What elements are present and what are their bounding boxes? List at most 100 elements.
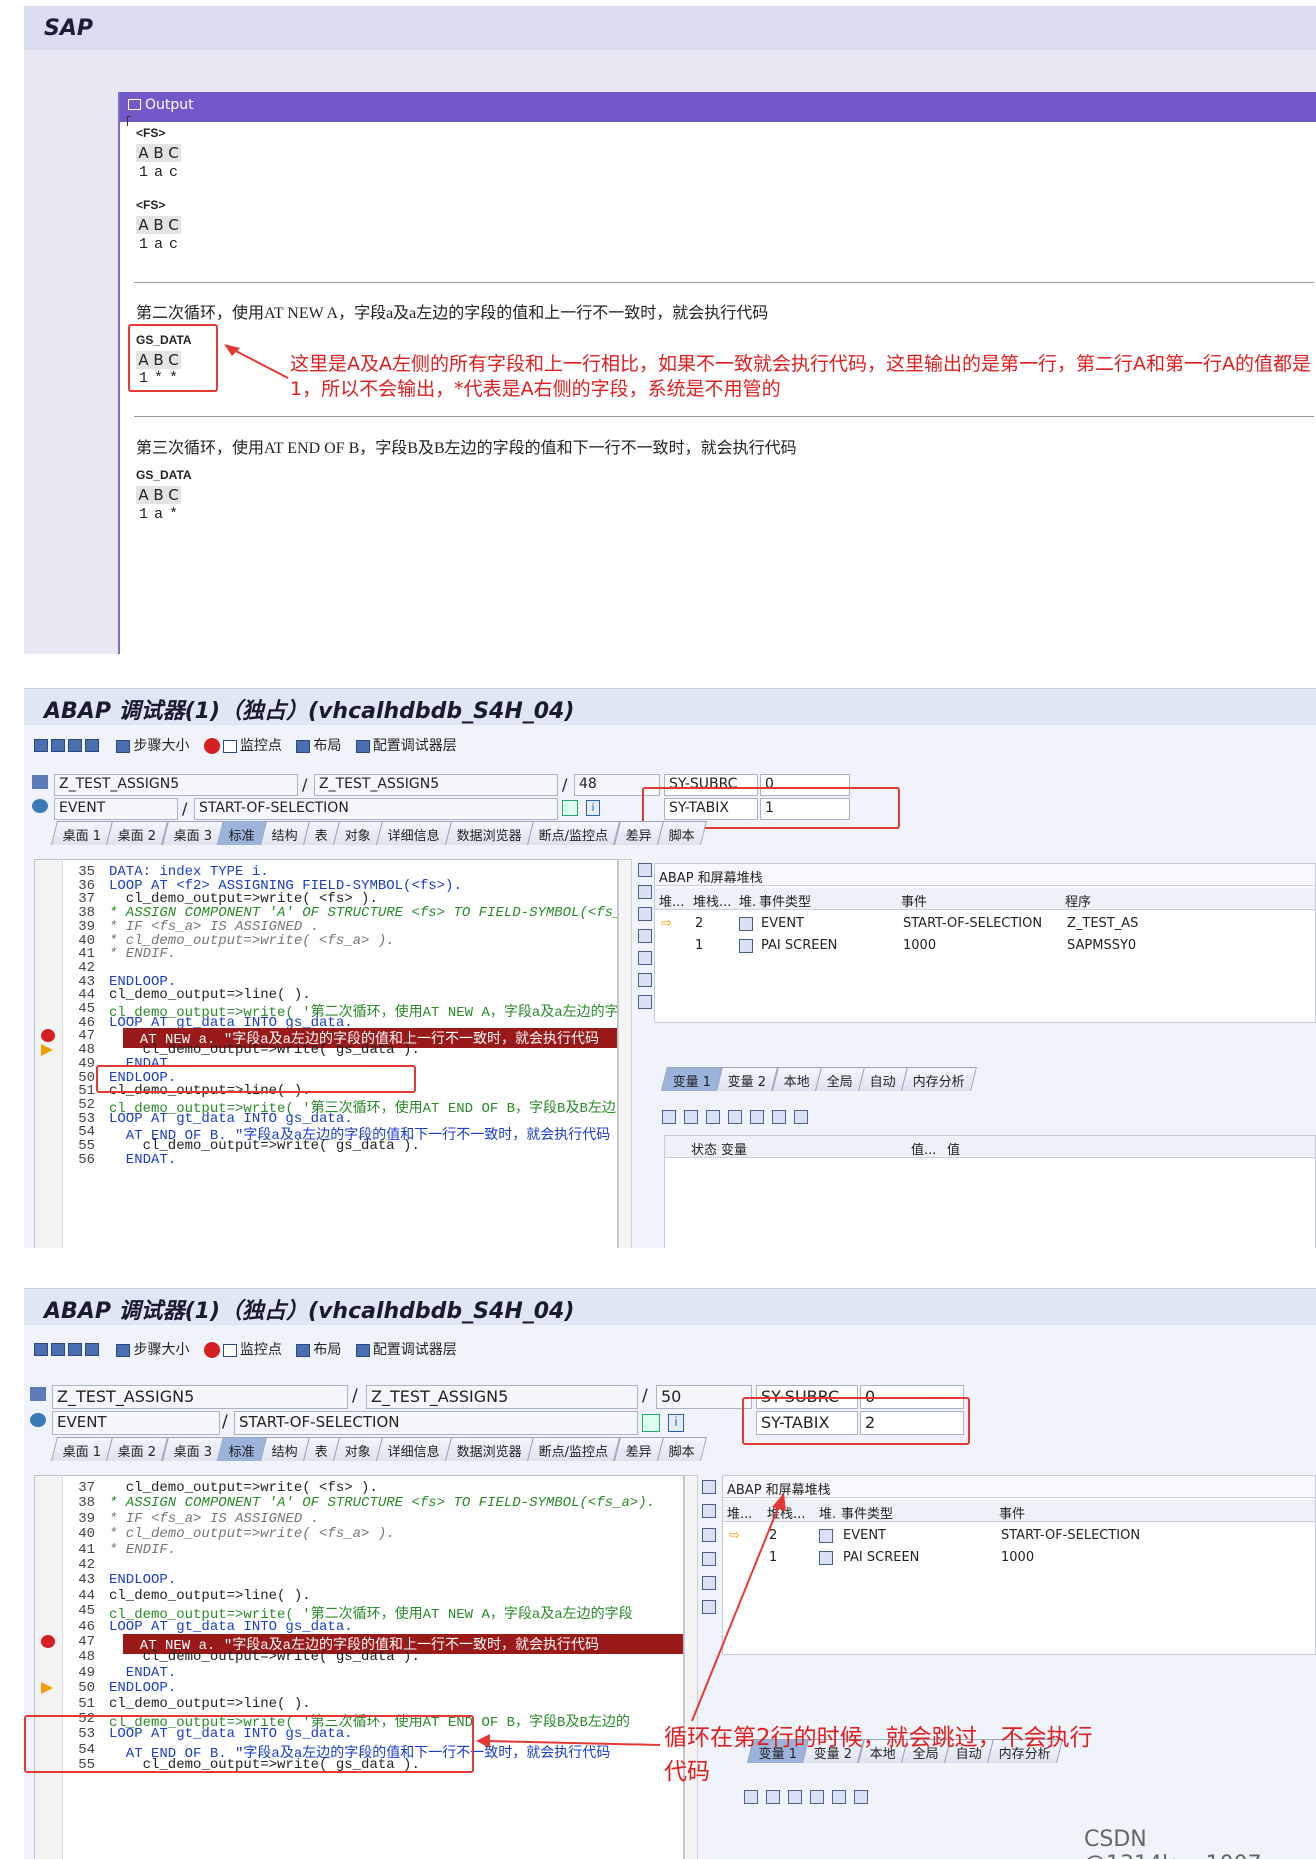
code-scrollbar[interactable] [618,859,632,1248]
tab-0[interactable]: 桌面 1 [51,821,114,845]
copy-icon[interactable] [788,1789,802,1804]
tab-8[interactable]: 数据浏览器 [445,1437,535,1461]
tab-label: 本地 [783,1075,810,1090]
header-cell: B [151,486,166,504]
tab-label: 桌面 3 [173,829,212,844]
new-icon[interactable] [638,885,652,899]
row-cell: * [168,506,178,523]
copy-icon[interactable] [706,1109,720,1124]
export-icon[interactable] [854,1789,868,1804]
layout-button[interactable]: 布局 [296,1339,341,1359]
include-field[interactable]: Z_TEST_ASSIGN5 [366,1385,638,1409]
import-icon[interactable] [794,1109,808,1124]
debugger-toolbar: 步骤大小 监控点 布局 配置调试器层 [34,735,467,761]
event-field[interactable]: START-OF-SELECTION [234,1411,638,1435]
tree-icon[interactable] [750,1109,764,1124]
tab-1[interactable]: 桌面 2 [106,821,169,845]
tab-11[interactable]: 脚本 [656,1437,707,1461]
output-window-title[interactable]: Output [120,92,1316,122]
code-line: * ASSIGN COMPONENT 'A' OF STRUCTURE <fs>… [109,1495,656,1512]
event-field[interactable]: START-OF-SELECTION [194,798,558,820]
tab-10[interactable]: 差异 [613,821,664,845]
navigate-icon[interactable] [642,1414,660,1432]
col-value: 值 [947,1143,961,1158]
step-size-button[interactable]: 步骤大小 [116,1339,189,1359]
col-value-short: 值... [911,1143,937,1158]
edit-icon[interactable] [684,1109,698,1124]
separator: / [562,775,568,794]
tab-7[interactable]: 详细信息 [376,1437,453,1461]
info-icon[interactable]: i [586,800,600,816]
source-code-editor[interactable]: 37 cl_demo_output=>write( <fs> ). 38 * ASS… [34,1475,684,1859]
line-number: 45 [78,1603,95,1620]
variable-tab-0[interactable]: 变量 1 [661,1067,724,1091]
annotation-arrow-up [691,1493,786,1722]
tab-0[interactable]: 桌面 1 [51,1437,114,1461]
table-icon[interactable] [810,1789,824,1804]
variable-tab-3[interactable]: 全局 [814,1067,865,1091]
tab-10[interactable]: 差异 [613,1437,664,1461]
stack-cell: START-OF-SELECTION [1001,1528,1141,1543]
breakpoint-icon[interactable] [41,1635,55,1648]
stack-cell: EVENT [843,1528,886,1543]
code-line: cl_demo_output=>line( ). [109,1695,311,1712]
config-layer-button[interactable]: 配置调试器层 [355,1339,457,1359]
table-icon[interactable] [728,1109,742,1124]
tab-9[interactable]: 断点/监控点 [527,1437,621,1461]
line-number: 56 [78,1151,95,1168]
watchpoint-button[interactable]: 监控点 [203,1339,282,1359]
tab-11[interactable]: 脚本 [656,821,707,845]
program-field[interactable]: Z_TEST_ASSIGN5 [52,1385,348,1409]
tab-label: 全局 [826,1075,853,1090]
step-icons[interactable] [34,737,102,753]
header-cell: C [166,216,181,234]
tab-7[interactable]: 详细信息 [376,821,453,845]
tab-2[interactable]: 桌面 3 [161,821,225,845]
block1-header: ABC [136,143,181,162]
variable-tab-1[interactable]: 变量 2 [716,1067,779,1091]
code-highlight-box [24,1715,474,1773]
variable-tab-2[interactable]: 本地 [771,1067,822,1091]
info-icon[interactable]: i [668,1414,684,1432]
delete-icon[interactable] [662,1109,676,1124]
config-icon [355,739,370,753]
code-line: LOOP AT gt_data INTO gs_data. [109,1618,353,1635]
variable-tab-5[interactable]: 内存分析 [900,1067,977,1091]
split-icon[interactable] [638,907,652,921]
source-code-editor[interactable]: 35 DATA: index TYPE i. 36 LOOP AT <f2> ASSI… [34,859,618,1248]
desktop-tabs: 桌面 1 桌面 2 桌面 3 标准 结构 表 对象 详细信息 数据浏览器 断点/监控点 差异 脚本 [51,1437,707,1461]
include-field[interactable]: Z_TEST_ASSIGN5 [314,774,558,796]
tree-icon[interactable] [832,1789,846,1804]
step-size-button[interactable]: 步骤大小 [116,735,189,755]
event-type-field[interactable]: EVENT [54,798,178,820]
fullscreen-icon[interactable] [638,929,652,943]
line-number-field[interactable]: 50 [656,1385,752,1409]
headset-icon[interactable] [638,973,652,987]
tree-icon[interactable] [638,995,652,1009]
program-field[interactable]: Z_TEST_ASSIGN5 [54,774,298,796]
code-line: cl_demo_output=>write( <fs> ). [109,1480,378,1496]
step-icons[interactable] [34,1341,102,1357]
window-icon[interactable] [638,951,652,965]
export-icon[interactable] [772,1109,786,1124]
tab-label: 表 [314,1445,328,1460]
code-highlight-box [96,1065,416,1093]
tab-8[interactable]: 数据浏览器 [445,821,535,845]
line-number: 38 [78,1495,95,1512]
watchpoint-button[interactable]: 监控点 [203,735,282,755]
tab-1[interactable]: 桌面 2 [106,1437,169,1461]
col-status: 状态 [691,1143,718,1158]
variable-tab-4[interactable]: 自动 [857,1067,908,1091]
layout-button[interactable]: 布局 [296,735,341,755]
current-frame-arrow-icon: ⇨ [661,916,672,931]
block4-label: GS_DATA [136,468,192,482]
tab-9[interactable]: 断点/监控点 [527,821,621,845]
annotation-arrow [224,344,289,379]
delete-icon[interactable] [744,1789,758,1804]
event-type-field[interactable]: EVENT [52,1411,220,1435]
edit-icon[interactable] [766,1789,780,1804]
navigate-icon[interactable] [562,800,578,816]
config-layer-button[interactable]: 配置调试器层 [355,735,457,755]
close-icon[interactable] [638,863,652,877]
tab-2[interactable]: 桌面 3 [161,1437,225,1461]
